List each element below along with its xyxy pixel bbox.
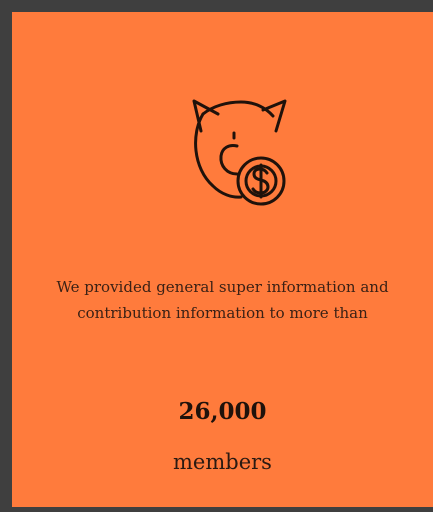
stat-unit: members	[173, 450, 272, 474]
description-line-2: contribution information to more than	[77, 304, 368, 322]
stat-description: We provided general super information an…	[12, 274, 433, 326]
description-line-1: We provided general super information an…	[56, 278, 389, 296]
stat-count: 26,000	[178, 398, 267, 425]
page-frame: We provided general super information an…	[0, 0, 433, 512]
piggy-bank-dollar-icon	[183, 86, 293, 206]
stat-card: We provided general super information an…	[12, 12, 433, 507]
